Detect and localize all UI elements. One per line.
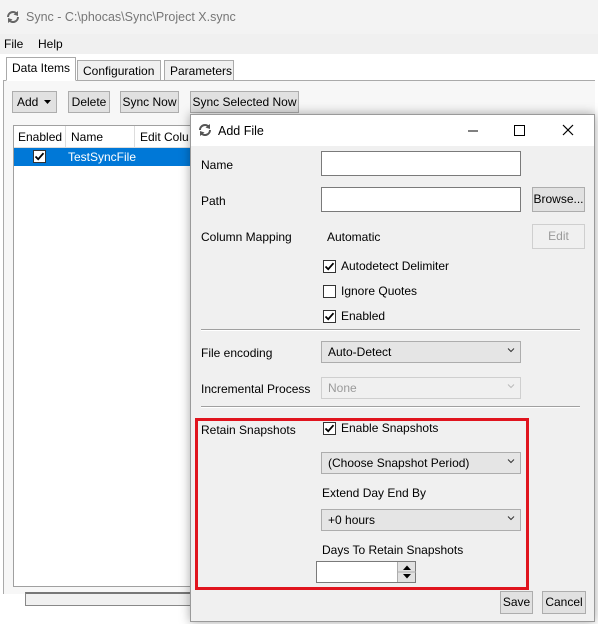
sync-selected-now-button[interactable]: Sync Selected Now	[190, 91, 299, 113]
minimize-icon	[468, 130, 478, 132]
file-encoding-label: File encoding	[201, 346, 273, 360]
enabled-label[interactable]: Enabled	[341, 309, 385, 323]
sync-icon	[5, 9, 21, 25]
minimize-button[interactable]	[450, 115, 496, 146]
column-separator	[134, 126, 135, 148]
dropdown-arrow-icon	[43, 92, 52, 118]
file-encoding-value: Auto-Detect	[328, 345, 392, 359]
tab-parameters[interactable]: Parameters	[164, 60, 234, 81]
snapshot-period-select[interactable]: (Choose Snapshot Period)	[321, 452, 521, 474]
add-button-label: Add	[17, 95, 39, 109]
path-input[interactable]	[321, 187, 521, 212]
chevron-down-icon	[507, 516, 515, 521]
tab-data-items[interactable]: Data Items	[6, 57, 76, 81]
incremental-process-value: None	[328, 381, 357, 395]
name-label: Name	[201, 158, 234, 172]
spin-down-icon[interactable]	[403, 574, 411, 579]
cancel-button[interactable]: Cancel	[542, 591, 586, 614]
chevron-down-icon	[507, 384, 515, 389]
close-button[interactable]	[543, 115, 593, 146]
save-button[interactable]: Save	[500, 591, 533, 614]
ignore-quotes-label[interactable]: Ignore Quotes	[341, 284, 417, 298]
spin-up-icon[interactable]	[403, 565, 411, 571]
column-separator	[65, 126, 66, 148]
sync-icon	[197, 122, 213, 138]
menu-help[interactable]: Help	[38, 37, 63, 51]
menu-file[interactable]: File	[4, 37, 23, 51]
checkmark-icon	[324, 262, 335, 271]
menu-bar	[0, 34, 598, 54]
checkmark-icon	[324, 312, 335, 321]
column-mapping-label: Column Mapping	[201, 230, 292, 244]
checkmark-icon	[324, 424, 335, 433]
extend-day-end-label: Extend Day End By	[322, 486, 427, 500]
data-items-grid[interactable]	[13, 125, 203, 587]
column-header-edit-columns[interactable]: Edit Colu	[140, 130, 189, 144]
delete-button[interactable]: Delete	[68, 91, 110, 113]
days-to-retain-spinner[interactable]	[397, 562, 416, 582]
checkmark-icon	[34, 152, 45, 161]
row-name-cell: TestSyncFile	[68, 150, 137, 164]
column-header-enabled[interactable]: Enabled	[18, 130, 62, 144]
incremental-process-label: Incremental Process	[201, 382, 311, 396]
file-encoding-select[interactable]: Auto-Detect	[321, 341, 521, 363]
enable-snapshots-label[interactable]: Enable Snapshots	[341, 421, 438, 435]
ignore-quotes-checkbox[interactable]	[323, 285, 336, 298]
dialog-title: Add File	[218, 124, 264, 138]
separator	[201, 329, 580, 331]
column-mapping-value: Automatic	[327, 230, 381, 244]
close-icon	[562, 124, 574, 136]
extend-day-end-value: +0 hours	[328, 513, 376, 527]
days-to-retain-label: Days To Retain Snapshots	[322, 543, 464, 557]
separator	[201, 406, 580, 408]
chevron-down-icon	[507, 348, 515, 353]
incremental-process-select[interactable]: None	[321, 377, 521, 399]
chevron-down-icon	[507, 459, 515, 464]
tab-configuration[interactable]: Configuration	[77, 60, 161, 81]
sync-now-button[interactable]: Sync Now	[120, 91, 179, 113]
snapshot-period-value: (Choose Snapshot Period)	[328, 456, 470, 470]
autodetect-delimiter-label[interactable]: Autodetect Delimiter	[341, 259, 449, 273]
maximize-button[interactable]	[496, 115, 542, 146]
name-input[interactable]	[321, 151, 521, 176]
window-title: Sync - C:\phocas\Sync\Project X.sync	[26, 10, 236, 24]
add-button[interactable]: Add	[12, 91, 57, 113]
autodetect-delimiter-checkbox[interactable]	[323, 260, 336, 273]
enabled-checkbox[interactable]	[323, 310, 336, 323]
retain-snapshots-label: Retain Snapshots	[201, 423, 296, 437]
path-label: Path	[201, 194, 226, 208]
column-header-name[interactable]: Name	[71, 130, 103, 144]
enable-snapshots-checkbox[interactable]	[323, 422, 336, 435]
browse-button[interactable]: Browse...	[532, 187, 585, 212]
extend-day-end-select[interactable]: +0 hours	[321, 509, 521, 531]
row-enabled-checkbox[interactable]	[33, 150, 46, 163]
maximize-icon	[514, 125, 525, 136]
edit-button[interactable]: Edit	[532, 224, 585, 249]
